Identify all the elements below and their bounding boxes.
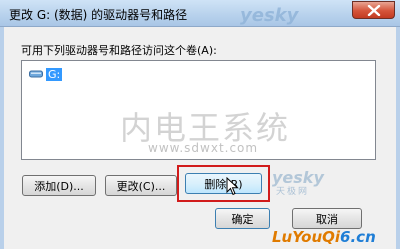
close-button[interactable] xyxy=(352,1,395,19)
highlight-box xyxy=(177,165,270,202)
luyouqi-suffix: 6.cn xyxy=(340,228,376,246)
close-icon xyxy=(367,5,381,16)
list-item-label: G: xyxy=(46,67,63,81)
site-watermark-url: www.sdwxt.com xyxy=(148,141,259,155)
yesky-watermark-top: yesky xyxy=(240,5,299,26)
cancel-button[interactable]: 取消 xyxy=(292,208,362,229)
volume-list-label: 可用下列驱动器号和路径访问这个卷(A): xyxy=(21,44,217,57)
list-item[interactable]: G: xyxy=(29,67,63,81)
change-button[interactable]: 更改(C)... xyxy=(105,175,177,196)
cursor-icon xyxy=(226,177,239,196)
window-title: 更改 G: (数据) 的驱动器号和路径 xyxy=(9,8,188,22)
tianji-watermark: 天极网 xyxy=(276,187,310,197)
title-bar: 更改 G: (数据) 的驱动器号和路径 yesky xyxy=(0,0,400,27)
add-button[interactable]: 添加(D)... xyxy=(22,175,96,196)
drive-icon xyxy=(29,70,43,78)
luyouqi-watermark: LuYouQi6.cn xyxy=(272,228,376,246)
luyouqi-prefix: LuYouQi xyxy=(272,228,341,246)
ok-button[interactable]: 确定 xyxy=(215,208,270,229)
